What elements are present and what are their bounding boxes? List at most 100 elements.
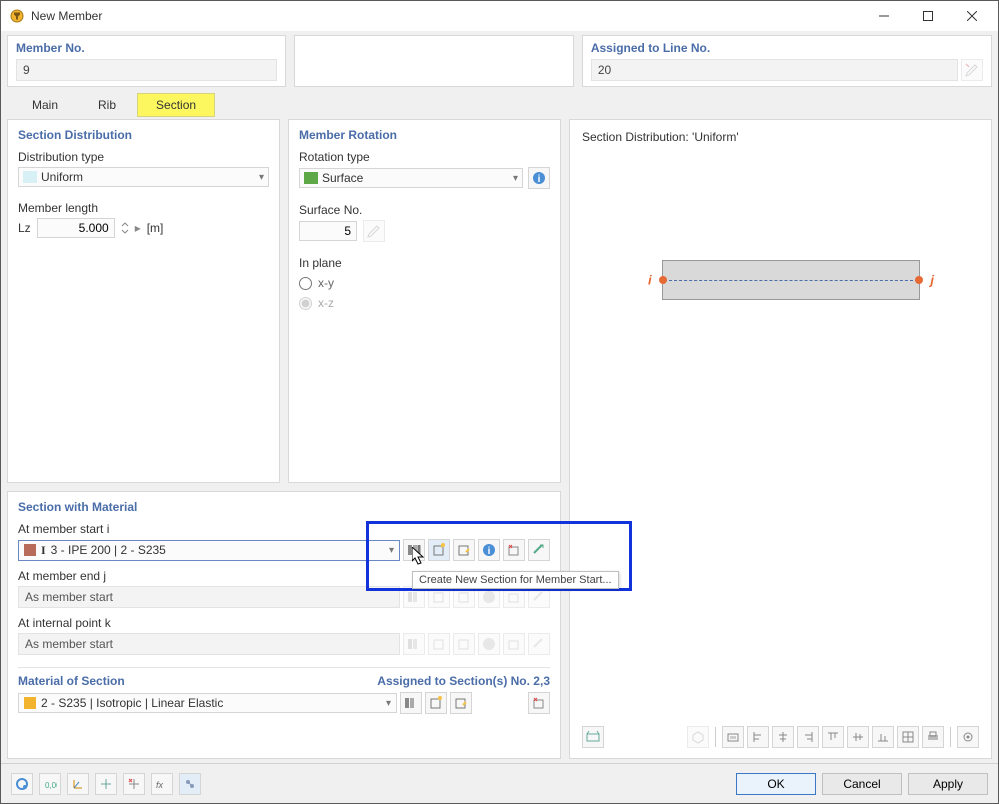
- spacer-box: [294, 35, 573, 87]
- tabs: Main Rib Section: [7, 93, 992, 117]
- axes-button[interactable]: [67, 773, 89, 795]
- plane-xz-radio: [299, 297, 312, 310]
- new-section-button[interactable]: [428, 539, 450, 561]
- spinner-icon[interactable]: [121, 222, 129, 234]
- align-right-button[interactable]: [797, 726, 819, 748]
- pick-section-button-k: [528, 633, 550, 655]
- units-button[interactable]: 0,00: [39, 773, 61, 795]
- pick-line-button[interactable]: [961, 59, 983, 81]
- label-j: j: [930, 273, 934, 288]
- assigned-sections-label: Assigned to Section(s) No. 2,3: [377, 674, 550, 688]
- member-length-input[interactable]: [37, 218, 115, 238]
- library-button[interactable]: [403, 539, 425, 561]
- edit-section-button[interactable]: [453, 539, 475, 561]
- assigned-line-box: Assigned to Line No.: [582, 35, 992, 87]
- material-library-button[interactable]: [400, 692, 422, 714]
- material-value: 2 - S235 | Isotropic | Linear Elastic: [41, 696, 386, 710]
- member-rotation-panel: Member Rotation Rotation type Surface ▾ …: [288, 119, 561, 483]
- svg-text:0,00: 0,00: [45, 781, 57, 790]
- distribution-type-label: Distribution type: [18, 150, 269, 164]
- info-button[interactable]: i: [528, 167, 550, 189]
- new-member-window: New Member Member No. Assigned to Line N…: [0, 0, 999, 804]
- show-all-button[interactable]: [179, 773, 201, 795]
- material-section-title: Material of Section: [18, 674, 125, 688]
- section-material-panel: Section with Material At member start i …: [7, 491, 561, 759]
- info-section-button-end: [478, 586, 500, 608]
- node-i: [659, 276, 667, 284]
- node-j: [915, 276, 923, 284]
- info-section-button[interactable]: i: [478, 539, 500, 561]
- internal-point-label: At internal point k: [18, 616, 550, 630]
- maximize-button[interactable]: [906, 2, 950, 30]
- align-left-button[interactable]: [747, 726, 769, 748]
- grid-button[interactable]: [897, 726, 919, 748]
- assigned-line-input[interactable]: [591, 59, 958, 81]
- info-section-button-k: [478, 633, 500, 655]
- tab-rib[interactable]: Rib: [79, 93, 135, 117]
- library-button-end: [403, 586, 425, 608]
- lz-unit: [m]: [147, 221, 164, 235]
- chevron-down-icon: ▾: [386, 698, 391, 709]
- delete-footer-button[interactable]: [123, 773, 145, 795]
- preview-toolbar: [582, 719, 979, 748]
- uniform-swatch: [23, 171, 37, 183]
- section-distribution-title: Section Distribution: [18, 128, 269, 142]
- delete-material-button[interactable]: [528, 692, 550, 714]
- preview-panel: Section Distribution: 'Uniform' i j: [569, 119, 992, 759]
- print-button[interactable]: [922, 726, 944, 748]
- section-material-title: Section with Material: [18, 500, 550, 514]
- plane-xz-label: x-z: [318, 296, 334, 310]
- window-title: New Member: [31, 9, 862, 23]
- plane-xy-radio[interactable]: [299, 277, 312, 290]
- lz-label: Lz: [18, 221, 31, 235]
- align-center-button[interactable]: [772, 726, 794, 748]
- apply-button[interactable]: Apply: [908, 773, 988, 795]
- surface-swatch: [304, 172, 318, 184]
- material-select[interactable]: 2 - S235 | Isotropic | Linear Elastic ▾: [18, 693, 397, 713]
- local-axes-button[interactable]: [95, 773, 117, 795]
- beam-preview: i j: [662, 260, 920, 300]
- close-button[interactable]: [950, 2, 994, 30]
- pick-section-button[interactable]: [528, 539, 550, 561]
- new-material-button[interactable]: [425, 692, 447, 714]
- align-middle-button[interactable]: [847, 726, 869, 748]
- edit-section-button-end: [453, 586, 475, 608]
- align-bottom-button[interactable]: [872, 726, 894, 748]
- tab-main[interactable]: Main: [13, 93, 77, 117]
- view-iso-button[interactable]: [687, 726, 709, 748]
- delete-section-button-end: [503, 586, 525, 608]
- pick-section-button-end: [528, 586, 550, 608]
- chevron-down-icon: ▾: [513, 173, 518, 184]
- tab-section[interactable]: Section: [137, 93, 215, 117]
- pick-surface-button[interactable]: [363, 220, 385, 242]
- member-start-value: 3 - IPE 200 | 2 - S235: [51, 543, 389, 557]
- label-i: i: [648, 273, 652, 288]
- i-beam-icon: I: [41, 543, 46, 558]
- cancel-button[interactable]: Cancel: [822, 773, 902, 795]
- help-button[interactable]: [11, 773, 33, 795]
- member-start-select[interactable]: I 3 - IPE 200 | 2 - S235 ▾: [18, 540, 400, 561]
- distribution-type-select[interactable]: Uniform ▾: [18, 167, 269, 187]
- fx-button[interactable]: fx: [151, 773, 173, 795]
- render-button[interactable]: [722, 726, 744, 748]
- settings-preview-button[interactable]: [957, 726, 979, 748]
- member-no-label: Member No.: [16, 41, 277, 55]
- edit-material-button[interactable]: [450, 692, 472, 714]
- ok-button[interactable]: OK: [736, 773, 816, 795]
- delete-section-button-k: [503, 633, 525, 655]
- rotation-type-select[interactable]: Surface ▾: [299, 168, 523, 188]
- play-icon[interactable]: ▸: [135, 221, 141, 235]
- member-rotation-title: Member Rotation: [299, 128, 550, 142]
- surface-no-label: Surface No.: [299, 203, 550, 217]
- minimize-button[interactable]: [862, 2, 906, 30]
- beam-axis: [664, 280, 918, 281]
- surface-no-input[interactable]: [299, 221, 357, 241]
- delete-section-button[interactable]: [503, 539, 525, 561]
- assigned-line-label: Assigned to Line No.: [591, 41, 983, 55]
- rotation-type-label: Rotation type: [299, 150, 550, 164]
- preview-title: Section Distribution: 'Uniform': [582, 130, 979, 144]
- svg-text:i: i: [488, 546, 491, 557]
- member-no-input[interactable]: [16, 59, 277, 81]
- show-values-button[interactable]: [582, 726, 604, 748]
- align-top-button[interactable]: [822, 726, 844, 748]
